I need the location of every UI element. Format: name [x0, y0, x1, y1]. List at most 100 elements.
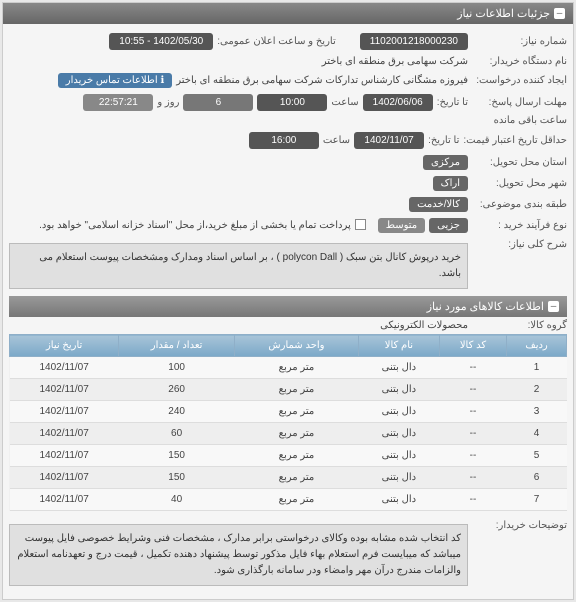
- lbl-buyer: نام دستگاه خریدار:: [472, 56, 567, 67]
- details-panel: – جزئیات اطلاعات نیاز شماره نیاز: 110200…: [2, 2, 574, 600]
- lbl-validity: حداقل تاریخ اعتبار قیمت:: [463, 135, 567, 146]
- table-header-cell: کد کالا: [439, 335, 506, 357]
- validity-time-lbl: ساعت: [323, 135, 350, 146]
- table-header-cell: واحد شمارش: [234, 335, 358, 357]
- table-body: 1--دال بتنیمتر مربع1001402/11/072--دال ب…: [10, 357, 567, 511]
- val-group: محصولات الکترونیکی: [380, 320, 468, 331]
- table-cell: --: [439, 467, 506, 489]
- val-deadline-date: 1402/06/06: [363, 94, 433, 111]
- payment-check-wrap: [355, 219, 366, 233]
- lbl-need-number: شماره نیاز:: [472, 36, 567, 47]
- lbl-announce: تاریخ و ساعت اعلان عمومی:: [217, 36, 336, 47]
- val-remain-time: 22:57:21: [83, 94, 153, 111]
- row-need-number: شماره نیاز: 1102001218000230 تاریخ و ساع…: [9, 30, 567, 53]
- lbl-process: نوع فرآیند خرید :: [472, 220, 567, 231]
- lbl-creator: ایجاد کننده درخواست:: [472, 75, 567, 86]
- table-row: 3--دال بتنیمتر مربع2401402/11/07: [10, 401, 567, 423]
- table-cell: --: [439, 357, 506, 379]
- table-cell: 260: [119, 379, 235, 401]
- table-cell: --: [439, 423, 506, 445]
- table-row: 5--دال بتنیمتر مربع1501402/11/07: [10, 445, 567, 467]
- table-row: 2--دال بتنیمتر مربع2601402/11/07: [10, 379, 567, 401]
- val-deadline-time: 10:00: [257, 94, 327, 111]
- table-cell: 1402/11/07: [10, 401, 119, 423]
- table-row: 6--دال بتنیمتر مربع1501402/11/07: [10, 467, 567, 489]
- table-cell: 1402/11/07: [10, 357, 119, 379]
- table-header-cell: نام کالا: [358, 335, 439, 357]
- table-cell: متر مربع: [234, 489, 358, 511]
- table-header-cell: تعداد / مقدار: [119, 335, 235, 357]
- row-creator: ایجاد کننده درخواست: فیروزه مشگانی کارشن…: [9, 70, 567, 91]
- val-need-number: 1102001218000230: [360, 33, 468, 50]
- table-cell: 1402/11/07: [10, 379, 119, 401]
- lbl-group: گروه کالا:: [472, 320, 567, 331]
- table-row: 7--دال بتنیمتر مربع401402/11/07: [10, 489, 567, 511]
- lbl-deadline: مهلت ارسال پاسخ:: [472, 97, 567, 108]
- row-topic: طبقه بندی موضوعی: کالا/خدمت: [9, 194, 567, 215]
- table-cell: متر مربع: [234, 379, 358, 401]
- table-cell: 7: [507, 489, 567, 511]
- table-cell: 1402/11/07: [10, 489, 119, 511]
- table-cell: 240: [119, 401, 235, 423]
- checkbox-payment[interactable]: [355, 219, 366, 230]
- val-topic: کالا/خدمت: [409, 197, 468, 212]
- lbl-desc: شرح کلی نیاز:: [472, 239, 567, 250]
- table-cell: 1: [507, 357, 567, 379]
- table-cell: دال بتنی: [358, 445, 439, 467]
- lbl-province: استان محل تحویل:: [472, 157, 567, 168]
- panel-title: جزئیات اطلاعات نیاز: [457, 7, 550, 20]
- info-icon: ℹ: [160, 75, 164, 86]
- buyer-notes-box: کد انتخاب شده مشابه بوده وکالای درخواستی…: [9, 524, 468, 586]
- table-cell: متر مربع: [234, 357, 358, 379]
- table-header-cell: تاریخ نیاز: [10, 335, 119, 357]
- collapse-icon-items[interactable]: –: [548, 301, 559, 312]
- row-validity: حداقل تاریخ اعتبار قیمت: تا تاریخ: 1402/…: [9, 129, 567, 152]
- table-row: 4--دال بتنیمتر مربع601402/11/07: [10, 423, 567, 445]
- panel-body: شماره نیاز: 1102001218000230 تاریخ و ساع…: [3, 24, 573, 599]
- items-header-text: اطلاعات کالاهای مورد نیاز: [427, 300, 544, 313]
- table-cell: 60: [119, 423, 235, 445]
- items-header: – اطلاعات کالاهای مورد نیاز: [9, 296, 567, 317]
- table-row: 1--دال بتنیمتر مربع1001402/11/07: [10, 357, 567, 379]
- row-city: شهر محل تحویل: اراک: [9, 173, 567, 194]
- table-cell: دال بتنی: [358, 489, 439, 511]
- table-cell: متر مربع: [234, 445, 358, 467]
- table-header-cell: ردیف: [507, 335, 567, 357]
- items-table: ردیفکد کالانام کالاواحد شمارشتعداد / مقد…: [9, 334, 567, 511]
- table-cell: --: [439, 379, 506, 401]
- table-cell: 150: [119, 467, 235, 489]
- table-cell: --: [439, 489, 506, 511]
- val-city: اراک: [433, 176, 468, 191]
- table-cell: دال بتنی: [358, 357, 439, 379]
- row-province: استان محل تحویل: مرکزی: [9, 152, 567, 173]
- lbl-topic: طبقه بندی موضوعی:: [472, 199, 567, 210]
- table-cell: 100: [119, 357, 235, 379]
- val-buyer: شرکت سهامی برق منطقه ای باختر: [322, 56, 468, 67]
- validity-prefix: تا تاریخ:: [428, 135, 459, 146]
- table-cell: 3: [507, 401, 567, 423]
- contact-link[interactable]: ℹ اطلاعات تماس خریدار: [58, 73, 172, 88]
- val-process2: متوسط: [378, 218, 425, 233]
- table-cell: دال بتنی: [358, 423, 439, 445]
- lbl-buyer-notes: توضیحات خریدار:: [472, 520, 567, 531]
- row-buyer-notes: توضیحات خریدار: کد انتخاب شده مشابه بوده…: [9, 517, 567, 593]
- val-validity-date: 1402/11/07: [354, 132, 424, 149]
- table-cell: 5: [507, 445, 567, 467]
- table-head: ردیفکد کالانام کالاواحد شمارشتعداد / مقد…: [10, 335, 567, 357]
- row-group: گروه کالا: محصولات الکترونیکی: [9, 317, 567, 334]
- table-cell: متر مربع: [234, 467, 358, 489]
- table-cell: دال بتنی: [358, 467, 439, 489]
- table-cell: 150: [119, 445, 235, 467]
- table-cell: 1402/11/07: [10, 467, 119, 489]
- val-process: جزیی: [429, 218, 468, 233]
- lbl-city: شهر محل تحویل:: [472, 178, 567, 189]
- row-buyer: نام دستگاه خریدار: شرکت سهامی برق منطقه …: [9, 53, 567, 70]
- val-creator: فیروزه مشگانی کارشناس تدارکات شرکت سهامی…: [176, 75, 468, 86]
- table-cell: 1402/11/07: [10, 423, 119, 445]
- val-province: مرکزی: [423, 155, 468, 170]
- val-days: 6: [183, 94, 253, 111]
- deadline-prefix: تا تاریخ:: [437, 97, 468, 108]
- table-cell: متر مربع: [234, 423, 358, 445]
- collapse-icon[interactable]: –: [554, 8, 565, 19]
- table-cell: 40: [119, 489, 235, 511]
